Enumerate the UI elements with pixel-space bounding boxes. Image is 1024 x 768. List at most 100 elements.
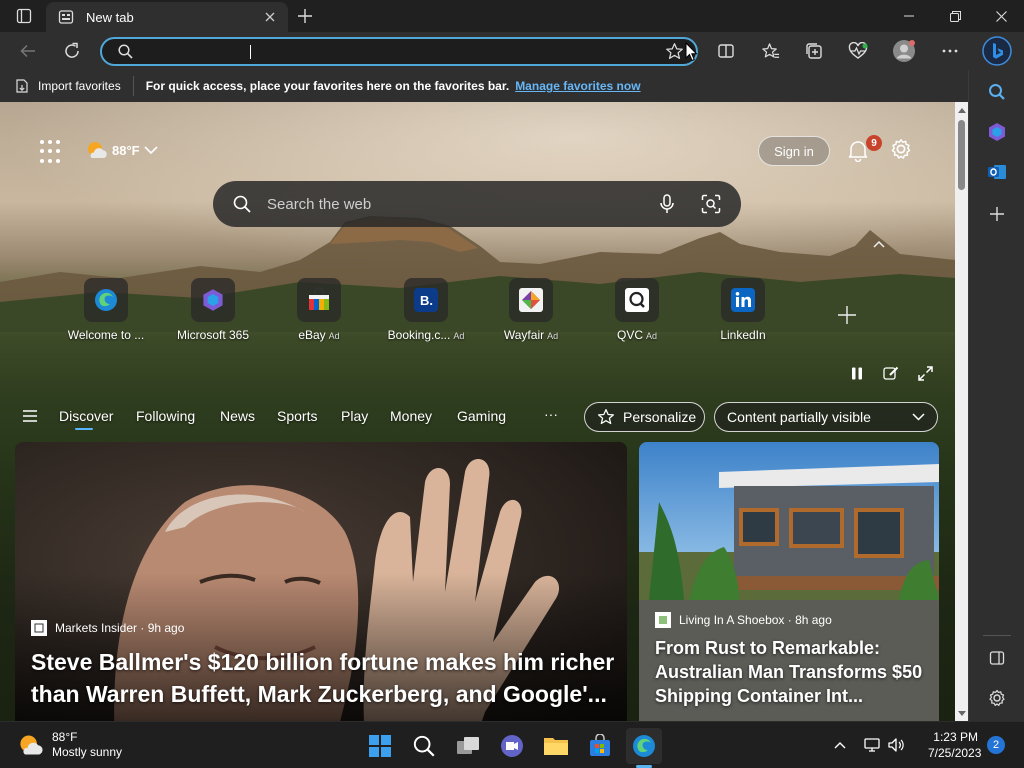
search-icon bbox=[989, 84, 1005, 100]
browser-toolbar bbox=[0, 32, 1024, 70]
page-settings-gear-icon[interactable] bbox=[890, 138, 916, 164]
hamburger-menu-icon[interactable] bbox=[22, 410, 38, 422]
taskbar-weather-desc: Mostly sunny bbox=[52, 745, 123, 759]
chevron-up-icon[interactable] bbox=[873, 240, 885, 248]
quick-link-wayfair[interactable]: Wayfair Ad bbox=[481, 276, 581, 346]
sidebar-add-button[interactable] bbox=[981, 198, 1013, 230]
sidebar-divider bbox=[983, 635, 1011, 636]
sidebar-outlook-button[interactable] bbox=[981, 156, 1013, 188]
back-button[interactable] bbox=[12, 35, 44, 67]
personalize-button[interactable]: Personalize bbox=[584, 402, 705, 432]
browser-essentials-button[interactable] bbox=[842, 35, 874, 67]
quick-link-linkedin[interactable]: LinkedIn bbox=[693, 276, 793, 346]
address-input[interactable] bbox=[143, 44, 623, 59]
new-tab-button[interactable] bbox=[292, 5, 318, 27]
tab-discover[interactable]: Discover bbox=[59, 408, 113, 424]
start-button[interactable] bbox=[362, 728, 398, 764]
tab-following[interactable]: Following bbox=[136, 408, 195, 424]
split-screen-button[interactable] bbox=[710, 35, 742, 67]
settings-more-button[interactable] bbox=[934, 35, 966, 67]
add-favorite-star-icon[interactable] bbox=[665, 42, 684, 61]
tab-gaming[interactable]: Gaming bbox=[457, 408, 506, 424]
network-icon[interactable] bbox=[862, 735, 882, 755]
import-favorites-button[interactable]: Import favorites bbox=[14, 75, 129, 97]
quick-link-microsoft-365[interactable]: Microsoft 365 bbox=[163, 276, 263, 346]
sign-in-button[interactable]: Sign in bbox=[758, 136, 830, 166]
chevron-down-icon bbox=[912, 413, 925, 421]
close-window-button[interactable] bbox=[978, 0, 1024, 32]
microphone-icon[interactable] bbox=[659, 194, 675, 214]
minimize-button[interactable] bbox=[886, 0, 932, 32]
collections-button[interactable] bbox=[798, 35, 830, 67]
restore-button[interactable] bbox=[932, 0, 978, 32]
hide-sidebar-button[interactable] bbox=[981, 642, 1013, 674]
tab-sports[interactable]: Sports bbox=[277, 408, 317, 424]
teams-chat-button[interactable] bbox=[494, 728, 530, 764]
scroll-down-arrow-icon[interactable] bbox=[955, 707, 968, 719]
taskbar-weather-widget[interactable]: 88°F Mostly sunny bbox=[18, 730, 122, 760]
feed-navigation: Discover Following News Sports Play Mone… bbox=[0, 398, 955, 438]
tab-news[interactable]: News bbox=[220, 408, 255, 424]
search-icon bbox=[233, 195, 251, 213]
address-bar[interactable] bbox=[100, 37, 698, 66]
quick-link-label: Microsoft 365 bbox=[176, 328, 250, 342]
quick-link-ebay[interactable]: eBay Ad bbox=[269, 276, 369, 346]
quick-link-qvc[interactable]: QVC Ad bbox=[587, 276, 687, 346]
more-tabs-button[interactable]: ··· bbox=[544, 406, 558, 422]
add-shortcut-plus-icon[interactable] bbox=[836, 304, 858, 326]
tab-new-tab[interactable]: New tab bbox=[46, 2, 288, 32]
web-search-input[interactable] bbox=[267, 195, 637, 213]
content-visibility-dropdown[interactable]: Content partially visible bbox=[714, 402, 938, 432]
tab-money[interactable]: Money bbox=[390, 408, 432, 424]
partly-sunny-icon bbox=[88, 142, 107, 158]
tab-play[interactable]: Play bbox=[341, 408, 368, 424]
search-icon bbox=[413, 735, 435, 757]
tab-actions-menu-icon[interactable] bbox=[8, 6, 40, 26]
microsoft-store-button[interactable] bbox=[582, 728, 618, 764]
edge-taskbar-button[interactable] bbox=[626, 728, 662, 764]
news-card-main[interactable]: Markets Insider · 9h ago Steve Ballmer's… bbox=[15, 442, 627, 721]
sidebar-search-button[interactable] bbox=[981, 76, 1013, 108]
article-headline[interactable]: Steve Ballmer's $120 billion fortune mak… bbox=[31, 646, 621, 710]
content-visibility-label: Content partially visible bbox=[727, 409, 871, 425]
sidebar-settings-button[interactable] bbox=[981, 682, 1013, 714]
quick-link-booking[interactable]: B. Booking.c... Ad bbox=[376, 276, 476, 346]
task-view-button[interactable] bbox=[450, 728, 486, 764]
file-explorer-button[interactable] bbox=[538, 728, 574, 764]
edit-background-icon[interactable] bbox=[880, 362, 902, 384]
expand-icon[interactable] bbox=[914, 362, 936, 384]
pause-background-icon[interactable] bbox=[846, 362, 868, 384]
favorites-button[interactable] bbox=[754, 35, 786, 67]
manage-favorites-link[interactable]: Manage favorites now bbox=[515, 79, 640, 93]
article-headline[interactable]: From Rust to Remarkable: Australian Man … bbox=[655, 636, 927, 708]
notification-count-badge: 9 bbox=[866, 135, 882, 151]
ebay-icon bbox=[297, 278, 341, 322]
teams-chat-icon bbox=[501, 735, 523, 757]
quick-link-welcome[interactable]: Welcome to ... bbox=[56, 276, 156, 346]
windows-taskbar: 88°F Mostly sunny 1:23 PM 7/25/2023 2 bbox=[0, 721, 1024, 768]
scrollbar-thumb[interactable] bbox=[958, 120, 965, 190]
notification-center-badge[interactable]: 2 bbox=[987, 736, 1005, 754]
bing-chat-button[interactable] bbox=[980, 34, 1014, 68]
mouse-cursor bbox=[685, 42, 698, 62]
scroll-up-arrow-icon[interactable] bbox=[955, 104, 968, 116]
visual-search-icon[interactable] bbox=[701, 194, 721, 214]
news-card-side[interactable]: Living In A Shoebox · 8h ago From Rust t… bbox=[639, 442, 939, 721]
title-bar: New tab bbox=[0, 0, 1024, 32]
quick-link-label: Wayfair bbox=[503, 328, 545, 342]
profile-avatar[interactable] bbox=[888, 35, 920, 67]
volume-icon[interactable] bbox=[886, 735, 906, 755]
close-tab-icon[interactable] bbox=[260, 7, 280, 27]
show-hidden-icons-chevron-up-icon[interactable] bbox=[830, 735, 850, 755]
web-search-box[interactable] bbox=[213, 181, 741, 227]
refresh-button[interactable] bbox=[56, 35, 88, 67]
ad-badge: Ad bbox=[328, 331, 340, 341]
weather-widget[interactable]: 88°F bbox=[86, 138, 158, 162]
page-scrollbar[interactable] bbox=[955, 102, 968, 721]
system-clock[interactable]: 1:23 PM 7/25/2023 bbox=[928, 729, 981, 761]
m365-icon bbox=[191, 278, 235, 322]
sidebar-m365-button[interactable] bbox=[981, 116, 1013, 148]
active-tab-indicator bbox=[75, 428, 93, 430]
taskbar-search-button[interactable] bbox=[406, 728, 442, 764]
apps-launcher-button[interactable] bbox=[40, 140, 64, 164]
